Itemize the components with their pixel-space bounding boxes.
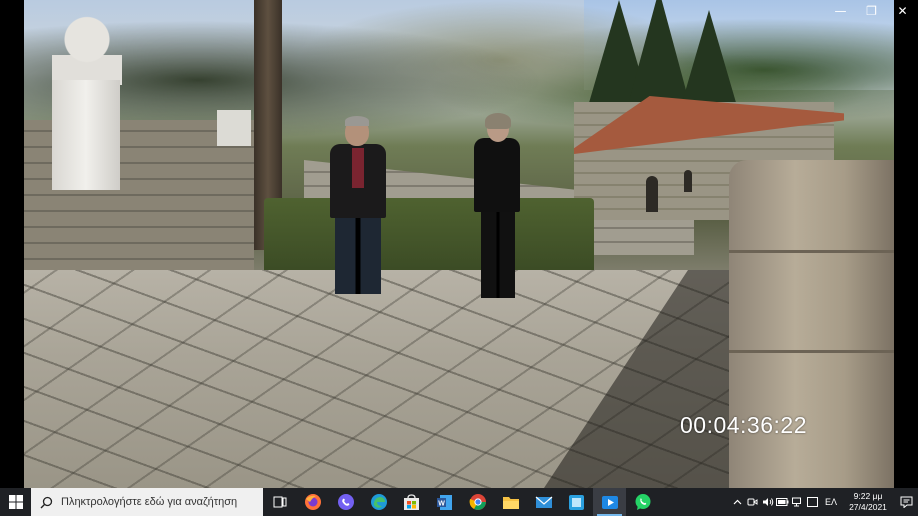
taskbar-app-generic[interactable] [560,488,593,516]
minimize-button[interactable]: — [825,0,856,22]
window-controls: — ❐ ✕ [825,0,918,22]
close-button[interactable]: ✕ [887,0,918,22]
svg-text:W: W [438,500,445,507]
notification-icon [900,496,912,508]
taskbar-app-media-player[interactable] [593,488,626,516]
clock-date: 27/4/2021 [849,502,887,512]
mail-icon [535,496,552,508]
viber-icon [337,494,354,510]
folder-icon [502,496,519,509]
notification-button[interactable] [894,488,918,516]
search-box[interactable]: Πληκτρολογήστε εδώ για αναζήτηση [31,488,263,516]
house-door [646,176,658,212]
person-left-shirt [352,148,364,188]
house-window [684,170,692,192]
store-icon [404,493,419,510]
clock-time: 9:22 μμ [853,491,883,501]
statue-bust [52,15,122,85]
taskbar-app-edge[interactable] [362,488,395,516]
system-tray: ΕΛ 9:22 μμ 27/4/2021 [730,488,918,516]
whatsapp-icon [635,494,650,510]
person-left-hair [345,116,369,126]
start-button[interactable] [0,488,31,516]
task-view-icon [273,496,286,508]
taskbar-app-store[interactable] [395,488,428,516]
stone-plaque [217,110,251,146]
chevron-up-icon[interactable] [730,488,745,516]
restore-button[interactable]: ❐ [856,0,887,22]
timecode: 00:04:36:22 [679,412,807,438]
monument-pedestal [52,80,120,190]
firefox-icon [304,494,321,510]
chrome-icon [469,494,486,510]
taskbar-app-word[interactable]: W [428,488,461,516]
meet-now-icon[interactable] [745,488,760,516]
taskbar: Πληκτρολογήστε εδώ για αναζήτηση W ΕΛ 9:… [0,488,918,516]
taskbar-app-mail[interactable] [527,488,560,516]
network-icon[interactable] [790,488,805,516]
video-frame[interactable]: 00:04:36:22 [24,0,894,488]
battery-icon[interactable] [775,488,790,516]
taskbar-app-viber[interactable] [329,488,362,516]
search-placeholder: Πληκτρολογήστε εδώ για αναζήτηση [61,496,238,508]
screen: 00:04:36:22 — ❐ ✕ Πληκτρολογήστε εδώ για… [0,0,918,516]
volume-icon[interactable] [760,488,775,516]
taskbar-app-whatsapp[interactable] [626,488,659,516]
app-icon [569,494,584,510]
person-left-legs [335,212,381,294]
task-view-button[interactable] [263,488,296,516]
media-player-icon [601,495,618,509]
taskbar-app-chrome[interactable] [461,488,494,516]
search-icon [39,495,53,509]
person-right-body [474,138,520,212]
clock[interactable]: 9:22 μμ 27/4/2021 [842,491,894,513]
word-icon: W [437,494,452,510]
hedge [264,198,594,276]
person-right-legs [481,206,515,298]
windows-logo-icon [8,495,23,509]
taskbar-app-file-explorer[interactable] [494,488,527,516]
ime-icon[interactable] [805,488,820,516]
language-indicator[interactable]: ΕΛ [820,497,842,507]
taskbar-app-firefox[interactable] [296,488,329,516]
person-right-hair [485,113,511,129]
edge-icon [370,494,387,510]
